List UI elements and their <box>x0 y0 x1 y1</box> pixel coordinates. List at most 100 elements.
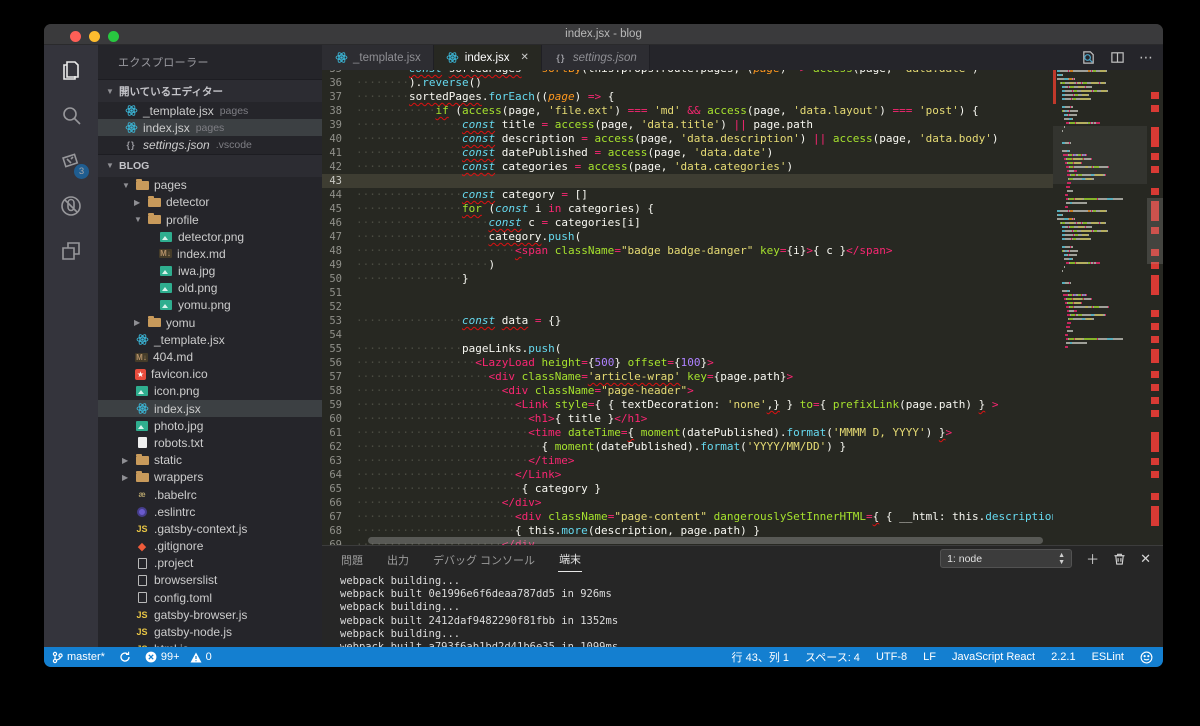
new-terminal-button[interactable]: ＋ <box>1086 549 1099 568</box>
tree-item[interactable]: robots.txt <box>98 434 322 451</box>
tree-item[interactable]: æ.babelrc <box>98 486 322 503</box>
chevron-right-icon: ▶ <box>122 473 132 482</box>
terminal-select[interactable]: 1: node ▲▼ <box>940 549 1072 568</box>
code-line: 68························{ this.more(de… <box>322 524 1053 538</box>
tree-item[interactable]: ▶detector <box>98 194 322 211</box>
linter-status[interactable]: ESLint <box>1092 651 1124 663</box>
tab-_template-jsx[interactable]: _template.jsx <box>322 45 434 70</box>
error-icon <box>145 651 157 663</box>
tree-item[interactable]: icon.png <box>98 383 322 400</box>
debug-icon[interactable] <box>57 192 85 220</box>
tree-item[interactable]: ◆.gitignore <box>98 538 322 555</box>
tree-item[interactable]: M↓index.md <box>98 245 322 262</box>
project-header[interactable]: ▼ BLOG <box>98 154 322 177</box>
whitespace-dots: ···················· <box>356 370 488 383</box>
source-control-icon[interactable]: 3 <box>57 147 85 175</box>
horizontal-scrollbar[interactable] <box>368 537 1043 544</box>
sync-indicator[interactable] <box>119 651 131 663</box>
line-text: ··························</time> <box>356 454 575 468</box>
line-number: 41 <box>322 146 356 160</box>
tree-item[interactable]: .project <box>98 555 322 572</box>
minimap-line <box>1053 190 1147 192</box>
split-editor-icon[interactable] <box>1110 50 1125 65</box>
tree-item-label: icon.png <box>154 384 199 398</box>
tree-item[interactable]: JS.gatsby-context.js <box>98 520 322 537</box>
tree-item[interactable]: index.jsx <box>98 400 322 417</box>
code-line: 64························</Link> <box>322 468 1053 482</box>
line-text: ························{ this.more(desc… <box>356 524 760 538</box>
status-bar: master* 99+ 0 行 43、列 1 スペース: 4 UTF-8 LF … <box>44 647 1163 667</box>
tree-item[interactable]: ▶yomu <box>98 314 322 331</box>
close-tab-icon[interactable]: ✕ <box>521 52 529 63</box>
close-window-button[interactable] <box>70 31 81 42</box>
tree-item[interactable]: config.toml <box>98 589 322 606</box>
vertical-scrollbar[interactable] <box>1147 198 1163 264</box>
tree-item[interactable]: JSgatsby-node.js <box>98 623 322 640</box>
line-number: 37 <box>322 90 356 104</box>
tree-item[interactable]: .eslintrc <box>98 503 322 520</box>
git-branch-indicator[interactable]: master* <box>52 651 105 664</box>
line-text: ················pageLinks.push( <box>356 342 561 356</box>
tree-item[interactable]: browserslist <box>98 572 322 589</box>
tree-item[interactable]: photo.jpg <box>98 417 322 434</box>
code-line: 37········sortedPages.forEach((page) => … <box>322 90 1053 104</box>
minimap-line <box>1053 290 1147 292</box>
react-icon <box>135 334 149 346</box>
error-mark <box>1151 397 1159 404</box>
extension-version[interactable]: 2.2.1 <box>1051 651 1075 663</box>
kill-terminal-button[interactable] <box>1113 552 1126 566</box>
panel-tab-item[interactable]: デバッグ コンソール <box>432 548 536 572</box>
code-line: 36········).reverse() <box>322 76 1053 90</box>
code-line: 50················} <box>322 272 1053 286</box>
panel-tab-item[interactable]: 問題 <box>340 548 364 572</box>
tree-item[interactable]: ▼profile <box>98 211 322 228</box>
code-line: 56··················<LazyLoad height={50… <box>322 356 1053 370</box>
tree-item[interactable]: detector.png <box>98 228 322 245</box>
minimap[interactable] <box>1053 70 1147 545</box>
extensions-icon[interactable] <box>57 237 85 265</box>
eol-indicator[interactable]: LF <box>923 651 936 663</box>
tree-item[interactable]: _template.jsx <box>98 331 322 348</box>
tree-item[interactable]: M↓404.md <box>98 348 322 365</box>
zoom-window-button[interactable] <box>108 31 119 42</box>
open-editors-header[interactable]: ▼ 開いているエディター <box>98 79 322 102</box>
feedback-smiley-icon[interactable] <box>1140 651 1153 664</box>
indentation-indicator[interactable]: スペース: 4 <box>805 649 860 665</box>
open-editor-item[interactable]: _template.jsxpages <box>98 102 322 119</box>
panel-tab-active[interactable]: 端末 <box>558 547 582 572</box>
tree-item-label: index.md <box>177 247 226 261</box>
tree-item[interactable]: ▶wrappers <box>98 469 322 486</box>
minimize-window-button[interactable] <box>89 31 100 42</box>
tab-settings-json[interactable]: {}settings.json <box>542 45 650 70</box>
more-actions-icon[interactable]: ⋯ <box>1139 49 1153 66</box>
whitespace-dots: ········ <box>356 70 409 75</box>
explorer-icon[interactable] <box>57 57 85 85</box>
tab-index-jsx[interactable]: index.jsx✕ <box>434 45 542 70</box>
tree-item[interactable]: ▶static <box>98 452 322 469</box>
tree-item-label: static <box>154 453 182 467</box>
tree-item[interactable]: ▼pages <box>98 177 322 194</box>
code-editor[interactable]: 35········const sortedPages = sortBy(thi… <box>322 70 1163 545</box>
problems-indicator[interactable]: 99+ 0 <box>145 651 212 663</box>
minimap-line <box>1053 186 1147 188</box>
language-mode[interactable]: JavaScript React <box>952 651 1035 663</box>
line-number: 38 <box>322 104 356 118</box>
minimap-line <box>1053 318 1147 320</box>
tree-item[interactable]: ★favicon.ico <box>98 366 322 383</box>
tree-item[interactable]: iwa.jpg <box>98 263 322 280</box>
tree-item[interactable]: JSgatsby-browser.js <box>98 606 322 623</box>
open-preview-icon[interactable] <box>1081 50 1096 65</box>
tree-item[interactable]: old.png <box>98 280 322 297</box>
tree-item[interactable]: yomu.png <box>98 297 322 314</box>
search-icon[interactable] <box>57 102 85 130</box>
open-editor-item[interactable]: index.jsxpages <box>98 119 322 136</box>
line-number: 46 <box>322 216 356 230</box>
close-panel-button[interactable]: ✕ <box>1140 551 1151 567</box>
panel-tab-item[interactable]: 出力 <box>386 548 410 572</box>
img-icon <box>159 231 173 243</box>
cursor-position[interactable]: 行 43、列 1 <box>732 649 789 665</box>
encoding-indicator[interactable]: UTF-8 <box>876 651 907 663</box>
open-editor-item[interactable]: {}settings.json.vscode <box>98 136 322 153</box>
whitespace-dots: ·························· <box>356 412 528 425</box>
line-number: 36 <box>322 76 356 90</box>
